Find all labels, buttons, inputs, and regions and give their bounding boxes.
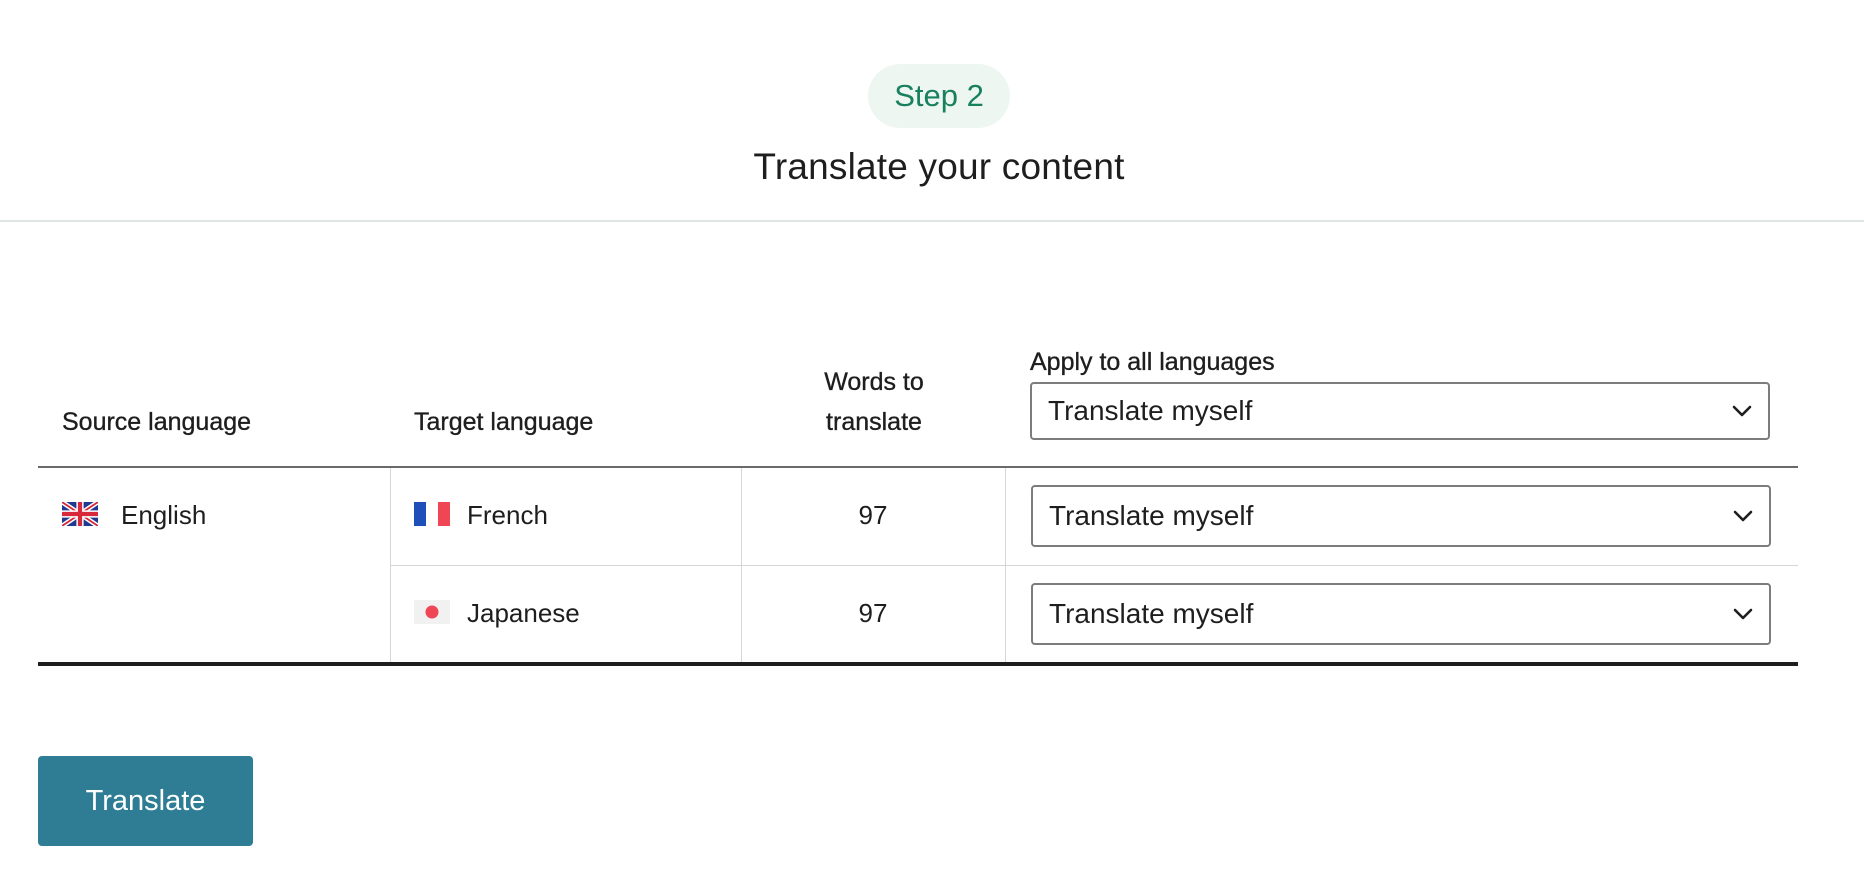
chevron-down-icon (1732, 405, 1752, 417)
apply-all-select-value: Translate myself (1048, 395, 1253, 426)
japan-flag-icon (414, 600, 450, 624)
table-bottom-rule (38, 662, 1798, 666)
header-divider (0, 220, 1864, 222)
source-language-label: English (121, 500, 207, 530)
chevron-down-icon (1733, 608, 1753, 620)
step-label: Step 2 (894, 78, 984, 113)
translation-step-page: Step 2 Translate your content Source lan… (0, 0, 1864, 890)
target-language-label: Japanese (467, 598, 580, 628)
apply-all-select[interactable]: Translate myself (1030, 382, 1770, 440)
chevron-down-icon (1733, 510, 1753, 522)
translation-method-select[interactable]: Translate myself (1031, 485, 1771, 547)
step-badge: Step 2 (868, 64, 1010, 128)
header-rule (38, 466, 1798, 468)
word-count: 97 (858, 598, 888, 628)
france-flag-icon (414, 502, 450, 526)
column-header-source: Source language (62, 408, 252, 436)
column-header-target: Target language (414, 408, 594, 436)
translation-method-value: Translate myself (1049, 598, 1254, 629)
translate-button[interactable]: Translate (38, 756, 253, 846)
translation-method-select[interactable]: Translate myself (1031, 583, 1771, 645)
column-header-words-line1: Words to (824, 368, 924, 396)
translation-method-value: Translate myself (1049, 500, 1254, 531)
word-count: 97 (858, 500, 888, 530)
uk-flag-icon (62, 502, 98, 526)
page-title: Translate your content (753, 146, 1125, 187)
column-header-words-line2: translate (826, 408, 922, 436)
column-header-apply-all: Apply to all languages (1030, 348, 1275, 376)
target-language-label: French (467, 500, 548, 530)
row-divider (390, 565, 1798, 566)
translation-table: Source language Target language Words to… (38, 340, 1798, 666)
